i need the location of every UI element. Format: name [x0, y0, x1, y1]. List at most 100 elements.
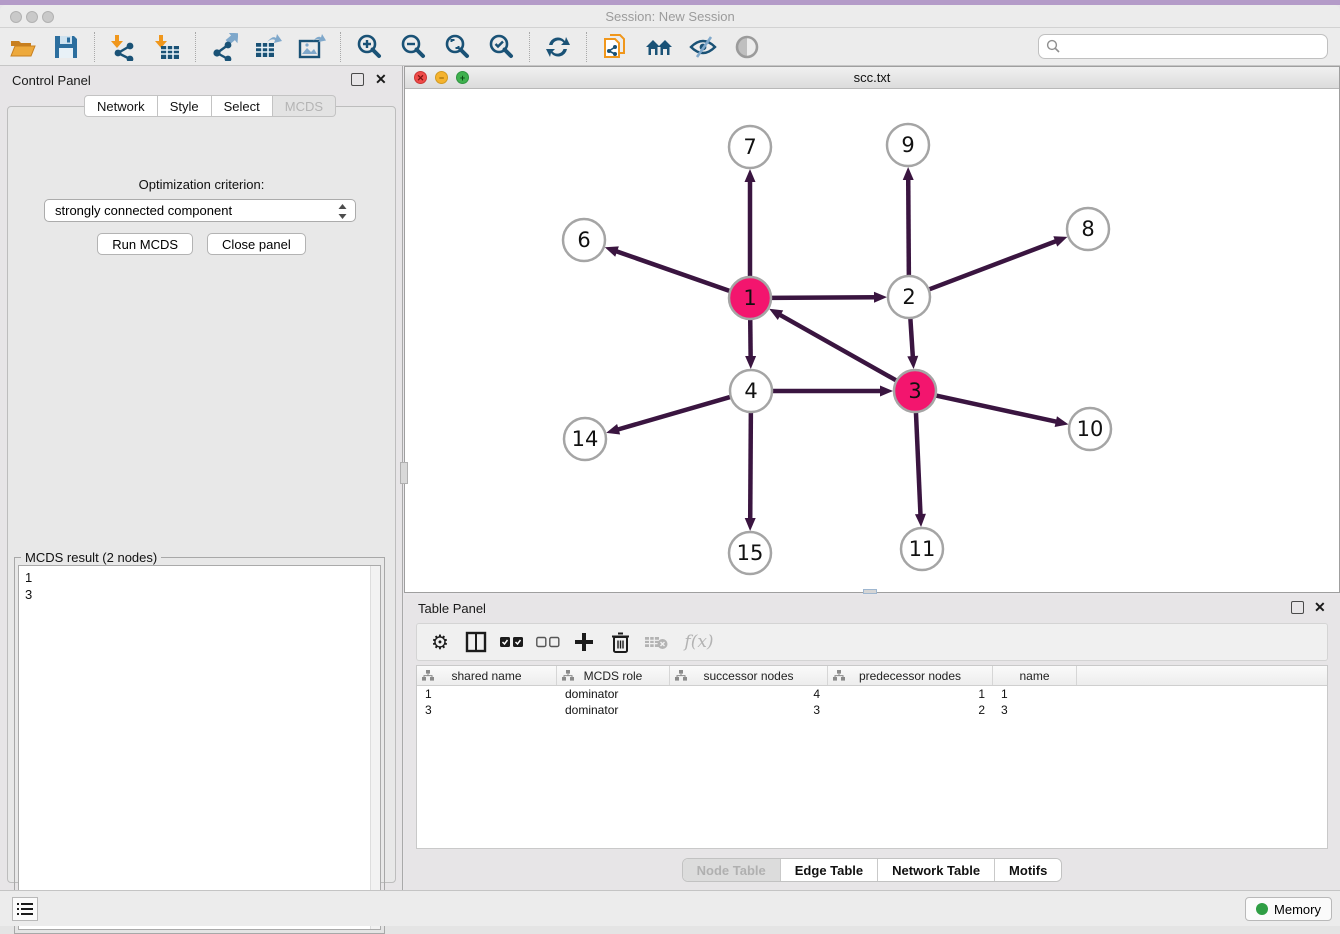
import-network-icon[interactable]: [108, 32, 138, 62]
table-panel-title: Table Panel: [418, 601, 486, 616]
memory-button[interactable]: Memory: [1245, 897, 1332, 921]
graph-edge-3-10[interactable]: [936, 395, 1059, 422]
column-type-icon: [833, 670, 845, 681]
graph-edge-2-8[interactable]: [929, 240, 1058, 289]
graph-edge-arrowhead: [907, 356, 918, 369]
save-session-icon[interactable]: [51, 32, 81, 62]
search-icon: [1046, 39, 1061, 54]
graph-node-label: 3: [908, 379, 921, 403]
open-session-icon[interactable]: [7, 32, 37, 62]
zoom-out-icon[interactable]: [398, 32, 428, 62]
result-line: 1: [25, 569, 380, 586]
tab-style[interactable]: Style: [158, 95, 212, 117]
close-panel-button[interactable]: Close panel: [207, 233, 306, 255]
import-table-icon[interactable]: [152, 32, 182, 62]
zoom-selected-icon[interactable]: [486, 32, 516, 62]
refresh-layout-icon[interactable]: [543, 32, 573, 62]
graph-edge-4-14[interactable]: [616, 397, 731, 430]
tab-mcds[interactable]: MCDS: [273, 95, 336, 117]
export-network-icon[interactable]: [209, 32, 239, 62]
optimization-criterion-select[interactable]: strongly connected component: [44, 199, 356, 222]
add-column-icon[interactable]: [571, 630, 597, 654]
column-header-successor-nodes[interactable]: successor nodes: [670, 666, 828, 685]
graph-node-label: 9: [901, 133, 914, 157]
graph-node-label: 15: [737, 541, 764, 565]
network-window-title: scc.txt: [405, 70, 1339, 85]
memory-status-dot: [1256, 903, 1268, 915]
graph-edge-2-3[interactable]: [910, 318, 913, 359]
column-header-shared-name[interactable]: shared name: [417, 666, 557, 685]
toolbar-separator: [529, 32, 530, 62]
network-canvas[interactable]: 7968124314101511: [405, 89, 1339, 592]
vertical-splitter-handle[interactable]: [400, 462, 408, 484]
tab-motifs[interactable]: Motifs: [995, 859, 1061, 881]
graph-edge-arrowhead: [745, 356, 756, 369]
close-panel-icon[interactable]: ✕: [375, 73, 388, 86]
graph-edge-1-2[interactable]: [771, 297, 877, 298]
optimization-criterion-value: strongly connected component: [55, 203, 232, 218]
graph-edge-arrowhead: [1053, 236, 1067, 246]
table-settings-gear-icon[interactable]: ⚙: [427, 630, 453, 654]
close-table-panel-icon[interactable]: ✕: [1314, 601, 1327, 614]
graph-node-label: 7: [743, 135, 756, 159]
hide-selected-icon[interactable]: [688, 32, 718, 62]
first-neighbors-icon[interactable]: [644, 32, 674, 62]
graph-edge-4-15[interactable]: [750, 412, 751, 521]
export-image-icon[interactable]: [297, 32, 327, 62]
graph-node-label: 4: [744, 379, 757, 403]
export-table-icon[interactable]: [253, 32, 283, 62]
network-resize-handle[interactable]: [863, 589, 877, 594]
run-mcds-button[interactable]: Run MCDS: [97, 233, 193, 255]
delete-column-trash-icon[interactable]: [607, 630, 633, 654]
status-bar: Memory: [0, 890, 1340, 926]
column-header-predecessor-nodes[interactable]: predecessor nodes: [828, 666, 993, 685]
task-history-button[interactable]: [12, 897, 38, 921]
tab-node-table[interactable]: Node Table: [683, 859, 781, 881]
function-builder-icon[interactable]: f(x): [679, 630, 719, 654]
delete-table-icon[interactable]: [643, 630, 669, 654]
mcds-panel: Network Style Select MCDS Optimization c…: [7, 106, 396, 883]
table-row[interactable]: 3 dominator 3 2 3: [417, 702, 1327, 718]
toolbar-separator: [94, 32, 95, 62]
column-type-icon: [422, 670, 434, 681]
tab-network-table[interactable]: Network Table: [878, 859, 995, 881]
mcds-result-text[interactable]: 1 3: [18, 565, 381, 930]
application-window: Session: New Session: [0, 0, 1340, 926]
graph-edge-3-1[interactable]: [778, 314, 897, 381]
graph-edge-arrowhead: [605, 246, 619, 256]
column-panel-icon[interactable]: [463, 630, 489, 654]
zoom-fit-icon[interactable]: [442, 32, 472, 62]
show-all-icon[interactable]: [732, 32, 762, 62]
column-type-icon: [675, 670, 687, 681]
graph-edge-arrowhead: [1055, 416, 1069, 427]
graph-edge-arrowhead: [745, 169, 756, 182]
network-window-titlebar[interactable]: ✕ − + scc.txt: [405, 67, 1339, 89]
result-line: 3: [25, 586, 380, 603]
graph-edge-arrowhead: [745, 518, 756, 531]
graph-edge-arrowhead: [915, 514, 926, 527]
graph-edge-3-11[interactable]: [916, 412, 921, 517]
graph-node-label: 2: [902, 285, 915, 309]
main-toolbar: [0, 28, 1340, 66]
network-graph[interactable]: 7968124314101511: [405, 89, 1339, 592]
column-header-mcds-role[interactable]: MCDS role: [557, 666, 670, 685]
tab-select[interactable]: Select: [212, 95, 273, 117]
search-input[interactable]: [1066, 37, 1327, 57]
column-header-name[interactable]: name: [993, 666, 1077, 685]
graph-edge-arrowhead: [874, 292, 887, 303]
select-all-columns-icon[interactable]: [499, 630, 525, 654]
float-table-panel-icon[interactable]: [1291, 601, 1304, 614]
graph-edge-arrowhead: [903, 167, 914, 180]
tab-network[interactable]: Network: [84, 95, 158, 117]
graph-edge-2-9[interactable]: [908, 177, 909, 276]
clone-network-icon[interactable]: [600, 32, 630, 62]
float-panel-icon[interactable]: [351, 73, 364, 86]
deselect-all-columns-icon[interactable]: [535, 630, 561, 654]
graph-edge-1-6[interactable]: [614, 251, 730, 292]
graph-node-label: 14: [572, 427, 599, 451]
result-scrollbar[interactable]: [370, 566, 380, 929]
tab-edge-table[interactable]: Edge Table: [781, 859, 878, 881]
zoom-in-icon[interactable]: [354, 32, 384, 62]
table-row[interactable]: 1 dominator 4 1 1: [417, 686, 1327, 702]
search-box[interactable]: [1038, 34, 1328, 59]
